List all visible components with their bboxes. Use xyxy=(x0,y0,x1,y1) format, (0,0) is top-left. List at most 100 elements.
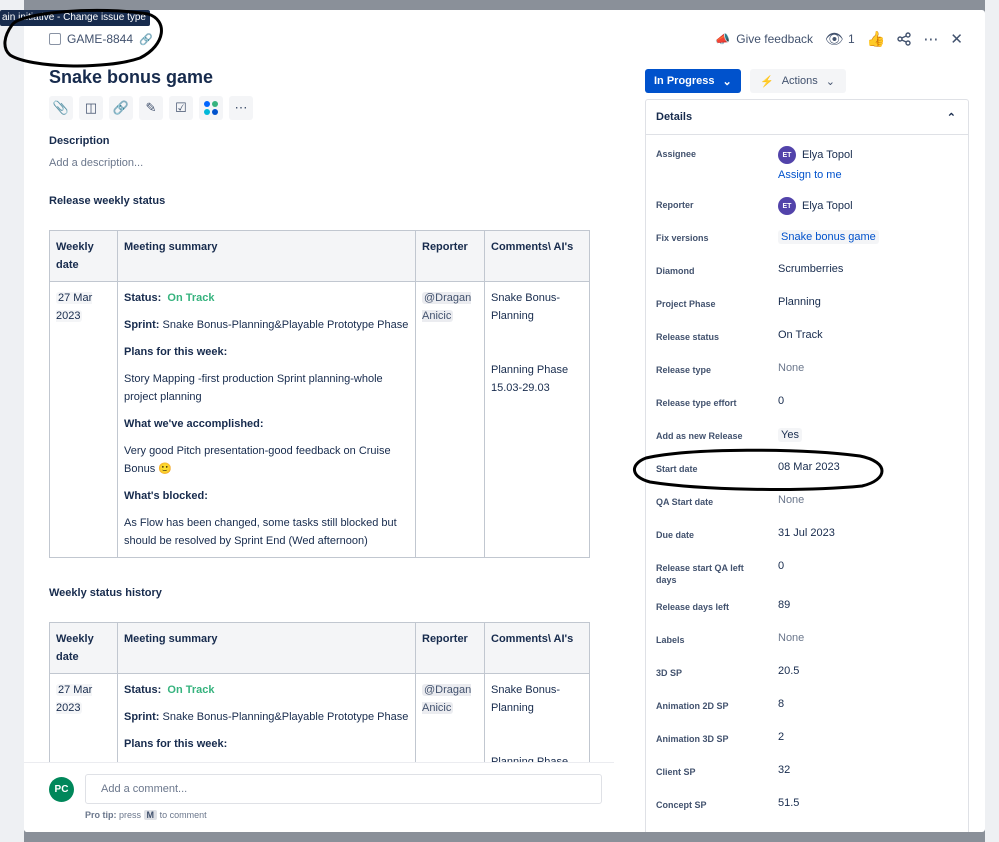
attachment-button[interactable]: 📎 xyxy=(49,96,73,120)
column-header: Reporter xyxy=(415,230,485,282)
field-label: Animation 2D SP xyxy=(656,701,729,711)
issue-modal: GAME-8844 🔗 📣 Give feedback 👁 1 👍 ⋯ ✕ Sn… xyxy=(24,10,985,832)
assignee-name: Elya Topol xyxy=(802,149,853,161)
yes-tag: Yes xyxy=(778,428,802,442)
reporter-mention[interactable]: @Dragan Anicic xyxy=(422,684,472,714)
qa-start-date-value[interactable]: None xyxy=(778,494,804,506)
edit-icon: ✎ xyxy=(145,100,157,115)
accomplished-label: What we've accomplished: xyxy=(124,418,264,430)
background-board-left xyxy=(0,0,24,842)
fix-versions-value[interactable]: Snake bonus game xyxy=(778,230,879,244)
column-header: Reporter xyxy=(415,622,485,674)
fix-version-tag[interactable]: Snake bonus game xyxy=(778,230,879,244)
pro-tip: Pro tip: press M to comment xyxy=(85,810,207,820)
apps-button[interactable] xyxy=(199,96,223,120)
lightning-icon: ⚡ xyxy=(760,75,774,88)
due-date-value[interactable]: 31 Jul 2023 xyxy=(778,527,835,539)
field-label: QA Start date xyxy=(656,497,714,507)
release-type-effort-value[interactable]: 0 xyxy=(778,395,784,407)
eye-icon: 👁 xyxy=(825,31,845,48)
field-label: Assignee xyxy=(656,149,697,159)
release-type-value[interactable]: None xyxy=(778,362,804,374)
issue-key-breadcrumb[interactable]: GAME-8844 🔗 xyxy=(49,32,153,46)
reporter-value[interactable]: ET Elya Topol xyxy=(778,197,853,215)
field-label: Release days left xyxy=(656,602,730,612)
client-sp-value[interactable]: 32 xyxy=(778,764,790,776)
change-issue-type-tooltip: ain initiative - Change issue type xyxy=(0,10,150,26)
release-start-qa-left-value[interactable]: 0 xyxy=(778,560,784,572)
issue-toolbar: 📎 ◫ 🔗 ✎ ☑ ⋯ xyxy=(49,96,253,120)
release-days-left-value[interactable]: 89 xyxy=(778,599,790,611)
diamond-value[interactable]: Scrumberries xyxy=(778,263,843,275)
more-actions-button[interactable]: ⋯ xyxy=(923,30,938,48)
issue-title[interactable]: Snake bonus game xyxy=(49,67,213,88)
add-as-new-release-value[interactable]: Yes xyxy=(778,428,802,442)
actions-dropdown-button[interactable]: ⚡ Actions ⌄ xyxy=(750,69,846,93)
project-phase-value[interactable]: Planning xyxy=(778,296,821,308)
blocked-value: As Flow has been changed, some tasks sti… xyxy=(124,517,397,547)
field-label: Labels xyxy=(656,635,685,645)
give-feedback-button[interactable]: 📣 Give feedback xyxy=(715,32,813,46)
link-issue-button[interactable]: 🔗 xyxy=(109,96,133,120)
child-issue-button[interactable]: ◫ xyxy=(79,96,103,120)
field-label: Fix versions xyxy=(656,233,709,243)
issue-key[interactable]: GAME-8844 xyxy=(67,32,133,46)
column-header: Meeting summary xyxy=(117,622,416,674)
details-header[interactable]: Details ⌃ xyxy=(646,100,968,135)
history-table: Weekly date Meeting summary Reporter Com… xyxy=(49,622,590,762)
field-label: Start date xyxy=(656,464,698,474)
link-icon: 🔗 xyxy=(112,100,130,115)
assignee-value[interactable]: ET Elya Topol xyxy=(778,146,853,164)
actions-label: Actions xyxy=(781,75,818,87)
sprint-value: Snake Bonus-Planning&Playable Prototype … xyxy=(162,711,409,723)
status-dropdown-button[interactable]: In Progress ⌄ xyxy=(645,69,741,93)
start-date-value[interactable]: 08 Mar 2023 xyxy=(778,461,840,473)
comment-input[interactable]: Add a comment... xyxy=(85,774,602,804)
link-icon[interactable]: 🔗 xyxy=(139,33,153,46)
date-chip[interactable]: 27 Mar 2023 xyxy=(56,292,93,322)
edit-button[interactable]: ✎ xyxy=(139,96,163,120)
animation-2d-sp-value[interactable]: 8 xyxy=(778,698,784,710)
chevron-down-icon: ⌄ xyxy=(825,75,835,88)
protip-press: press xyxy=(119,810,142,820)
column-header: Comments\ AI's xyxy=(484,622,590,674)
concept-sp-value[interactable]: 51.5 xyxy=(778,797,799,809)
field-label: Release start QA left days xyxy=(656,563,744,585)
reporter-mention[interactable]: @Dragan Anicic xyxy=(422,292,472,322)
field-label: Release status xyxy=(656,332,720,342)
status-label: Status: xyxy=(124,292,162,304)
issue-type-icon[interactable] xyxy=(49,33,61,45)
checklist-button[interactable]: ☑ xyxy=(169,96,193,120)
give-feedback-label: Give feedback xyxy=(736,32,813,46)
share-button[interactable] xyxy=(897,32,912,46)
date-chip[interactable]: 27 Mar 2023 xyxy=(56,684,93,714)
assign-to-me-link[interactable]: Assign to me xyxy=(778,169,842,181)
column-header: Weekly date xyxy=(49,622,118,674)
release-status-value[interactable]: On Track xyxy=(778,329,823,341)
checklist-icon: ☑ xyxy=(175,100,187,115)
field-label: Reporter xyxy=(656,200,694,210)
description-heading: Description xyxy=(49,135,110,147)
watch-button[interactable]: 👁 1 xyxy=(825,30,855,48)
field-label: 3D SP xyxy=(656,668,683,678)
chevron-up-icon[interactable]: ⌃ xyxy=(947,111,956,124)
description-placeholder[interactable]: Add a description... xyxy=(49,157,143,169)
field-label: Release type effort xyxy=(656,398,737,408)
labels-value[interactable]: None xyxy=(778,632,804,644)
chevron-down-icon: ⌄ xyxy=(722,75,732,88)
more-toolbar-button[interactable]: ⋯ xyxy=(229,96,253,120)
field-label: Concept SP xyxy=(656,800,707,810)
protip-suffix: to comment xyxy=(159,810,207,820)
avatar: ET xyxy=(778,146,796,164)
comment-text: Planning Phase xyxy=(491,756,569,762)
close-button[interactable]: ✕ xyxy=(950,30,963,48)
column-header: Weekly date xyxy=(49,230,118,282)
animation-3d-sp-value[interactable]: 2 xyxy=(778,731,784,743)
background-board-right xyxy=(985,0,999,842)
sprint-label: Sprint: xyxy=(124,319,160,331)
megaphone-icon: 📣 xyxy=(715,32,731,46)
blocked-label: What's blocked: xyxy=(124,490,208,502)
sp-3d-value[interactable]: 20.5 xyxy=(778,665,799,677)
vote-button[interactable]: 👍 xyxy=(867,30,886,48)
plans-value: Story Mapping -first production Sprint p… xyxy=(124,373,383,403)
